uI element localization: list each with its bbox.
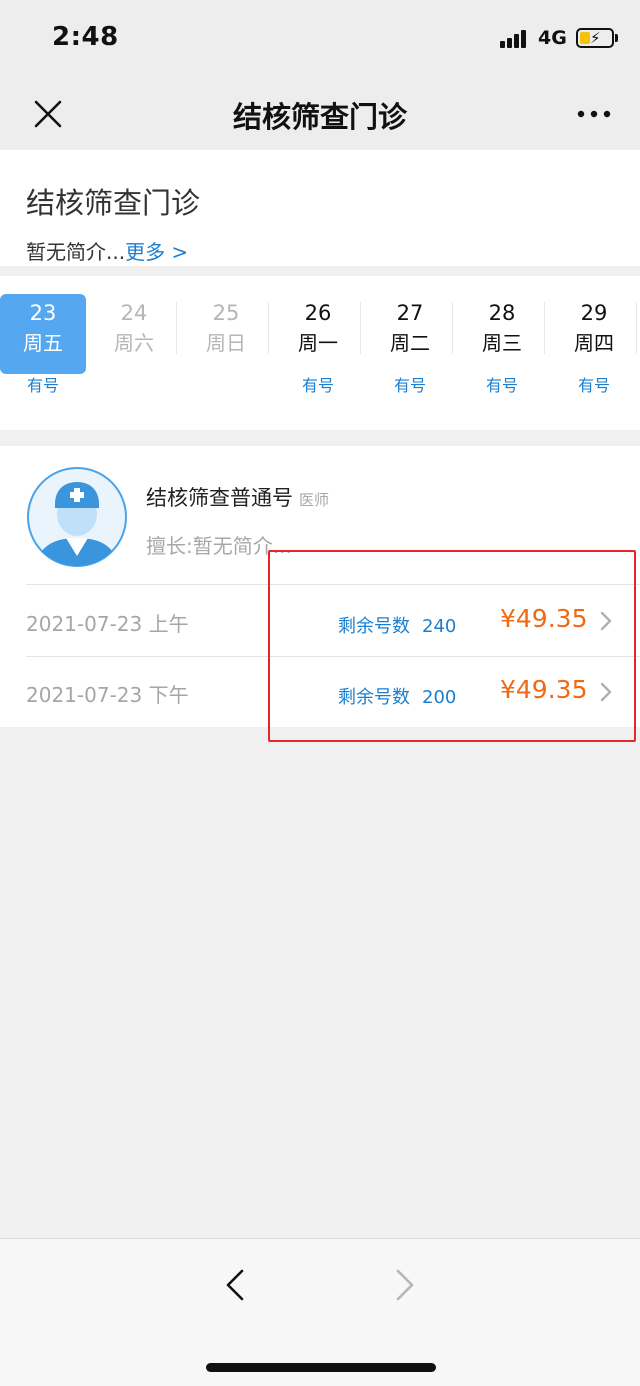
date-number: 27 xyxy=(396,301,424,325)
more-dots-icon[interactable] xyxy=(574,96,614,132)
status-bar: 2:48 4G ⚡ xyxy=(0,0,640,78)
doctor-name: 结核筛查普通号 xyxy=(146,486,293,510)
date-weekday: 周日 xyxy=(206,331,246,355)
availability-label: 有号 xyxy=(301,376,334,395)
clinic-header: 结核筛查门诊 暂无简介...更多 > xyxy=(0,150,640,266)
date-tab-29[interactable]: 29 周四 xyxy=(551,294,637,374)
date-weekday: 周五 xyxy=(23,331,63,355)
date-number: 28 xyxy=(488,301,516,325)
date-tab-28[interactable]: 28 周三 xyxy=(459,294,545,374)
date-tab-23[interactable]: 23 周五 xyxy=(0,294,86,374)
date-tab-24: 24 周六 xyxy=(91,294,177,374)
bottom-toolbar xyxy=(0,1238,640,1386)
battery-icon: ⚡ xyxy=(576,28,614,48)
date-weekday: 周二 xyxy=(390,331,430,355)
status-time: 2:48 xyxy=(52,22,119,52)
chevron-right-icon xyxy=(396,1269,414,1301)
clinic-title: 结核筛查门诊 xyxy=(26,186,201,220)
chevron-left-icon[interactable] xyxy=(218,1265,252,1305)
signal-icon xyxy=(500,28,532,48)
more-link[interactable]: 更多 > xyxy=(125,240,188,264)
nav-bar: 结核筛查门诊 xyxy=(0,78,640,150)
highlight-annotation xyxy=(268,550,636,742)
date-number: 24 xyxy=(120,301,148,325)
clinic-desc-text: 暂无简介... xyxy=(26,240,126,264)
date-weekday: 周四 xyxy=(574,331,614,355)
date-weekday: 周一 xyxy=(298,331,338,355)
slot-date: 2021-07-23 上午 xyxy=(26,612,189,636)
clinic-desc: 暂无简介...更多 > xyxy=(26,236,188,265)
slot-date: 2021-07-23 下午 xyxy=(26,683,189,707)
date-tab-25: 25 周日 xyxy=(183,294,269,374)
date-number: 26 xyxy=(304,301,332,325)
nav-title: 结核筛查门诊 xyxy=(232,100,407,134)
date-number: 29 xyxy=(580,301,608,325)
home-indicator xyxy=(206,1363,436,1372)
date-tab-27[interactable]: 27 周二 xyxy=(367,294,453,374)
availability-label: 有号 xyxy=(485,376,518,395)
availability-label: 有号 xyxy=(393,376,426,395)
availability-label: 有号 xyxy=(577,376,610,395)
date-weekday: 周三 xyxy=(482,331,522,355)
doctor-avatar-icon xyxy=(27,467,127,567)
network-label: 4G xyxy=(538,27,567,49)
doctor-name-line: 结核筛查普通号 医师 xyxy=(146,482,329,512)
date-tab-26[interactable]: 26 周一 xyxy=(275,294,361,374)
date-number: 25 xyxy=(212,301,240,325)
date-strip: 23 周五 有号 24 周六 25 周日 26 周一 有号 27 周二 有号 2… xyxy=(0,276,640,430)
availability-label: 有号 xyxy=(26,376,59,395)
date-weekday: 周六 xyxy=(114,331,154,355)
date-number: 23 xyxy=(29,301,57,325)
doctor-title: 医师 xyxy=(299,491,330,509)
battery-cap xyxy=(615,34,618,42)
